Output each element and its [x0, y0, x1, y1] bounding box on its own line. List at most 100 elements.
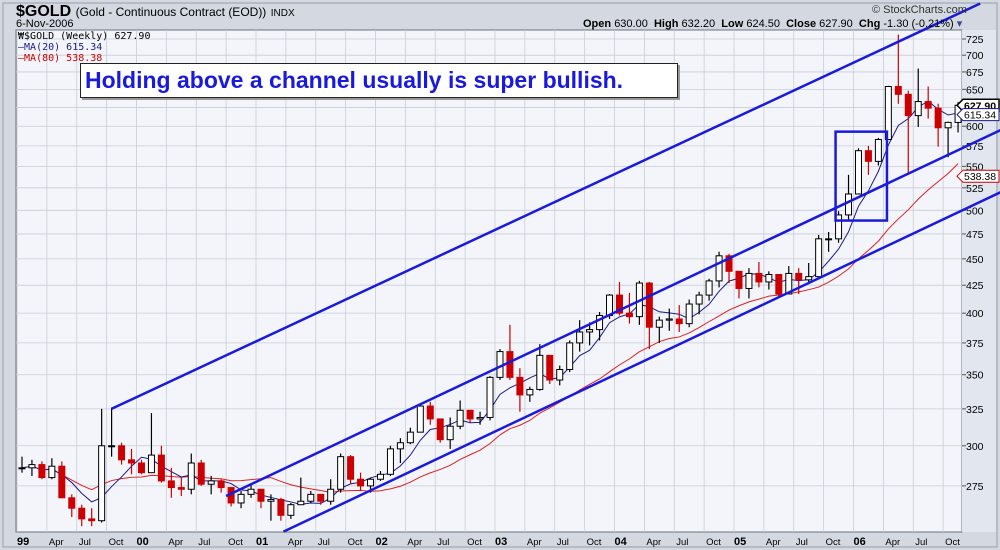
x-tick-label: Apr — [288, 537, 303, 548]
candle-body — [108, 445, 116, 448]
ma80-tag: 538.38 — [956, 169, 1000, 183]
x-tick-label: Oct — [109, 537, 124, 548]
candle-body — [924, 101, 932, 109]
ma80-tag-text: 538.38 — [964, 171, 996, 183]
open-label: Open — [583, 18, 612, 30]
exchange: INDX — [270, 8, 295, 19]
candle-body — [307, 493, 315, 502]
y-tick-label: 600 — [966, 121, 984, 133]
candle-body — [845, 193, 853, 216]
y-tick-label: 375 — [966, 338, 984, 350]
candle-body — [874, 138, 882, 162]
x-tick-label: Jul — [437, 537, 449, 548]
candle-body — [118, 445, 126, 461]
open-value: 630.00 — [614, 18, 648, 30]
x-tick-label: 06 — [854, 536, 866, 548]
candle-body — [167, 480, 175, 489]
x-tick-label: Jul — [915, 537, 927, 548]
candle-body — [367, 478, 375, 487]
close-label: Close — [786, 18, 817, 30]
candle-body — [675, 318, 683, 325]
candle-body — [128, 459, 136, 464]
x-tick-label: Apr — [885, 537, 900, 548]
ma20-tag: 615.34 — [956, 108, 1000, 122]
x-tick-label: Jul — [796, 537, 808, 548]
x-tick-label: Jul — [318, 537, 330, 548]
candle-body — [147, 454, 155, 474]
low-value: 624.50 — [746, 18, 780, 30]
candle-body — [98, 445, 106, 522]
candle-body — [825, 238, 833, 241]
candle-body — [904, 93, 912, 117]
candle-body — [217, 480, 225, 489]
candle-body — [566, 342, 574, 370]
chart-date: 6-Nov-2006 — [16, 18, 74, 30]
x-tick-label: Apr — [766, 537, 781, 548]
legend: ₩$GOLD (Weekly) 627.90 —MA(20) 615.34 —M… — [18, 31, 150, 64]
candle-body — [625, 312, 633, 318]
candle-body — [755, 272, 763, 283]
candle-body — [317, 493, 325, 502]
candle-body — [536, 354, 544, 390]
stockcharts-watermark[interactable]: © StockCharts.com — [872, 4, 967, 16]
candle-body — [18, 467, 26, 470]
x-tick-label: Apr — [407, 537, 422, 548]
candle-body — [815, 238, 823, 278]
x-tick-label: Apr — [646, 537, 661, 548]
candle-body — [745, 272, 753, 289]
candle-body — [586, 329, 594, 333]
candle-body — [854, 150, 862, 195]
dropdown-arrow-icon[interactable]: ▾ — [957, 18, 963, 30]
x-tick-label: 03 — [495, 536, 507, 548]
chg-value: -1.30 (-0.21%) — [883, 18, 954, 30]
candle-body — [386, 448, 394, 475]
candle-body — [436, 418, 444, 441]
candle-body — [237, 493, 245, 504]
y-tick-label: 350 — [966, 370, 984, 382]
legend-price: ₩$GOLD (Weekly) 627.90 — [18, 31, 150, 42]
candle-body — [456, 409, 464, 427]
candle-body — [177, 487, 185, 490]
candle-body — [735, 270, 743, 289]
y-tick-label: 425 — [966, 280, 984, 292]
candle-body — [486, 376, 494, 418]
candle-body — [347, 456, 355, 480]
x-tick-label: Jul — [79, 537, 91, 548]
candle-body — [705, 280, 713, 296]
y-tick-label: 650 — [966, 84, 984, 96]
candle-body — [297, 500, 305, 506]
candle-body — [38, 464, 46, 479]
x-tick-label: Oct — [826, 537, 841, 548]
candle-body — [765, 273, 773, 283]
candle-body — [665, 318, 673, 321]
y-tick-label: 475 — [966, 229, 984, 241]
x-tick-label: 99 — [17, 536, 29, 548]
y-tick-label: 700 — [966, 50, 984, 62]
candle-body — [576, 331, 584, 344]
candle-body — [257, 488, 265, 502]
candle-body — [934, 107, 942, 129]
candle-body — [645, 282, 653, 328]
x-tick-label: 02 — [376, 536, 388, 548]
x-tick-label: Oct — [228, 537, 243, 548]
candle-body — [48, 465, 56, 479]
low-label: Low — [721, 18, 744, 30]
candle-body — [406, 431, 414, 444]
candle-body — [68, 497, 76, 509]
candle-body — [197, 462, 205, 485]
candle-body — [685, 303, 693, 325]
high-value: 632.20 — [681, 18, 716, 30]
candle-body — [446, 425, 454, 441]
x-tick-label: Jul — [198, 537, 210, 548]
x-tick-label: Oct — [945, 537, 960, 548]
candle-body — [426, 405, 434, 420]
symbol-description: (Gold - Continuous Contract (EOD)) — [75, 5, 267, 19]
candle-body — [277, 499, 285, 516]
y-tick-label: 725 — [966, 34, 984, 46]
x-tick-label: Jul — [557, 537, 569, 548]
candle-body — [546, 354, 554, 381]
x-tick-label: Oct — [587, 537, 602, 548]
candle-body — [695, 294, 703, 305]
legend-price-text: $GOLD (Weekly) 627.90 — [24, 31, 151, 42]
y-tick-label: 300 — [966, 441, 984, 453]
